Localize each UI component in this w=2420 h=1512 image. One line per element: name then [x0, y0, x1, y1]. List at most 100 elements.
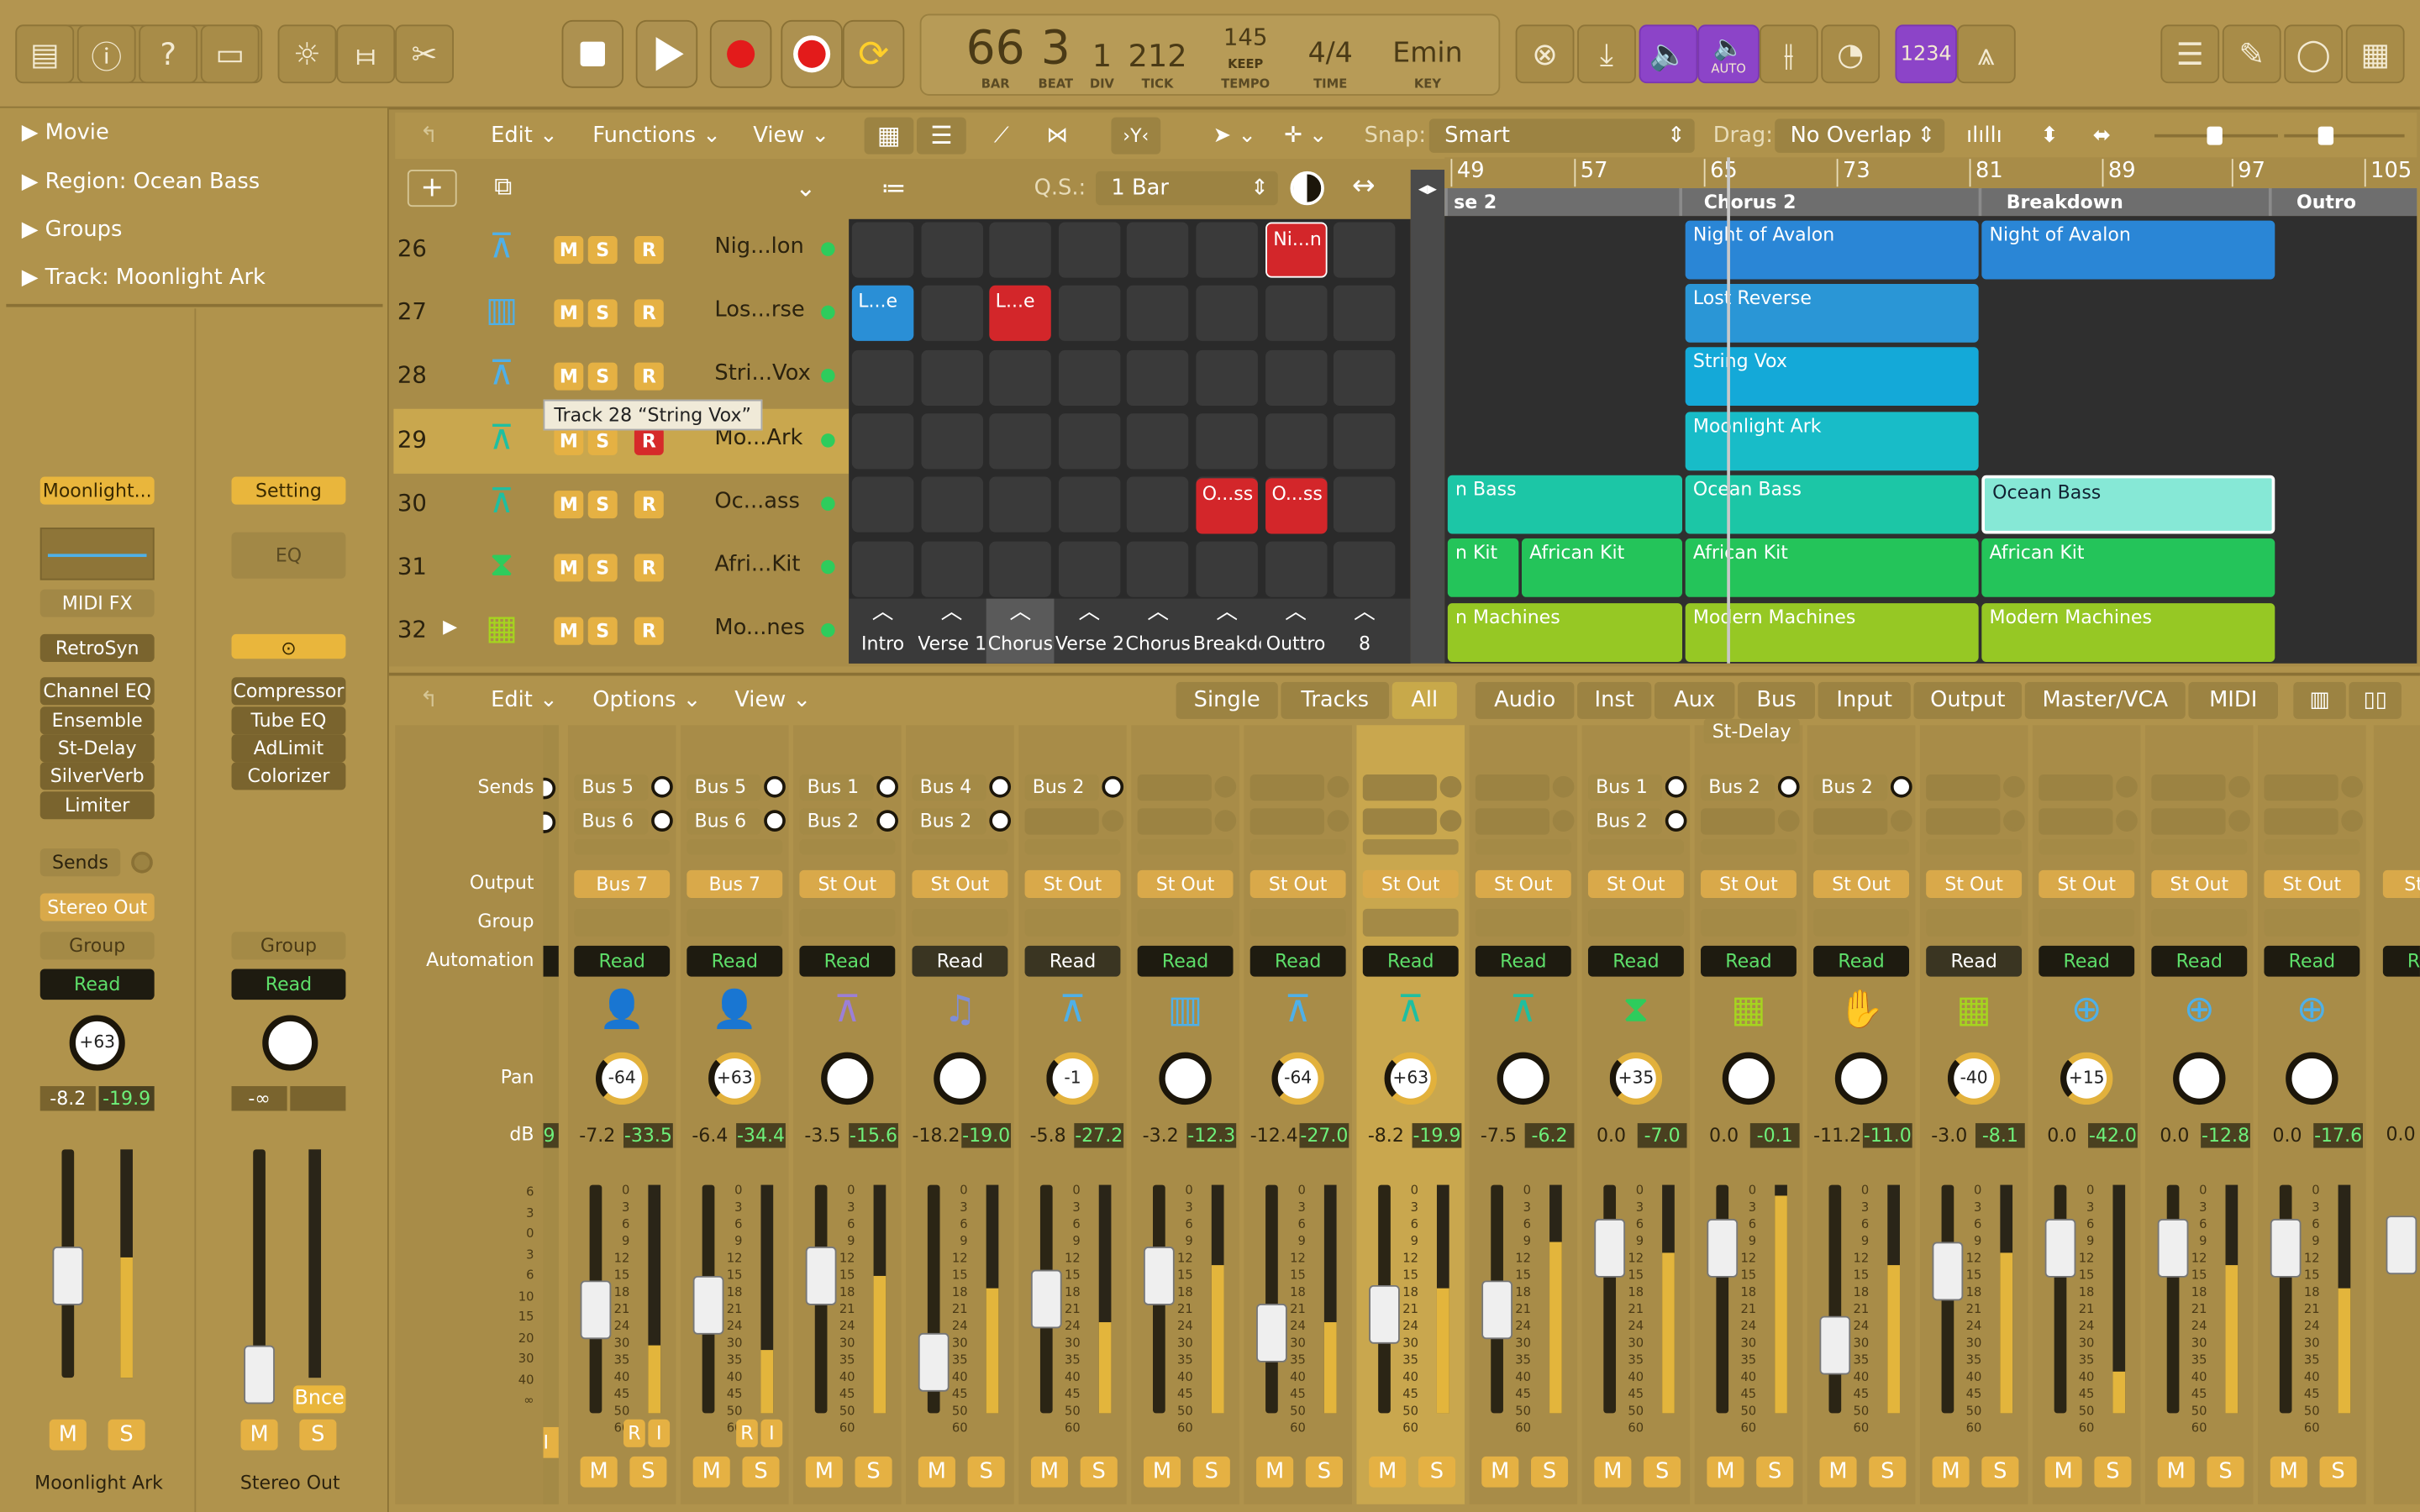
- channel-strip[interactable]: Bus 4 Bus 2 St Out Read ♫ -18.2 -19.0 0 3 6 9 12 15 1…: [906, 725, 1014, 1504]
- output-slot[interactable]: St Out: [1249, 869, 1346, 898]
- insert-slot-1[interactable]: Channel EQ: [39, 677, 155, 706]
- track-name[interactable]: Nig...lon: [714, 234, 803, 259]
- solo-button[interactable]: S: [2094, 1456, 2132, 1488]
- volume-fader-cap[interactable]: [1932, 1242, 1964, 1301]
- channel-setting-button[interactable]: Moonlight...: [39, 476, 155, 505]
- live-loop-cell[interactable]: [920, 413, 983, 470]
- send-slot-empty[interactable]: [1475, 839, 1571, 855]
- solo-button[interactable]: S: [587, 427, 618, 455]
- send-knob[interactable]: [989, 810, 1012, 832]
- input-monitor-button[interactable]: I: [760, 1419, 783, 1447]
- track-name[interactable]: Mo...nes: [714, 616, 805, 640]
- inspector-section-track[interactable]: ▶ Track: Moonlight Ark: [22, 265, 266, 290]
- output-slot[interactable]: St Out: [2151, 869, 2248, 898]
- automation-curve-icon[interactable]: ⟋: [994, 118, 1009, 155]
- timeline-region[interactable]: African Kit: [1521, 538, 1683, 597]
- volume-value[interactable]: -8.2: [1363, 1125, 1409, 1147]
- mute-button[interactable]: M: [554, 617, 584, 645]
- mixer-narrow-strips-icon[interactable]: ▥: [2293, 681, 2346, 719]
- flex-icon[interactable]: ⋈: [1046, 118, 1068, 155]
- solo-button[interactable]: S: [855, 1456, 892, 1488]
- scene-trigger[interactable]: ︿ Verse 1: [918, 599, 986, 664]
- record-enable-button[interactable]: R: [634, 362, 664, 391]
- send-knob[interactable]: [1102, 810, 1124, 832]
- track-row-26[interactable]: 26 ⊼ M S R Nig...lon: [393, 219, 849, 281]
- send-slot-1[interactable]: [2039, 774, 2113, 801]
- volume-fader-cap[interactable]: [2044, 1219, 2076, 1278]
- half-circle-icon[interactable]: [1290, 171, 1324, 206]
- sends-slot[interactable]: Sends: [39, 848, 121, 877]
- mixer-tab-bus[interactable]: Bus: [1738, 681, 1815, 719]
- send-slot-empty[interactable]: [1362, 839, 1459, 855]
- volume-value[interactable]: -8.2: [39, 1086, 96, 1111]
- send-slot-empty[interactable]: [574, 839, 671, 855]
- group-slot[interactable]: [1249, 908, 1346, 937]
- output-fader-cap[interactable]: [244, 1345, 275, 1404]
- solo-button[interactable]: S: [1531, 1456, 1569, 1488]
- input-monitor-button[interactable]: I: [543, 1426, 559, 1458]
- midi-fx-slot[interactable]: MIDI FX: [39, 589, 155, 617]
- replace-icon[interactable]: ⊗: [1515, 24, 1575, 84]
- channel-strip[interactable]: Bus 2 St Out Read ▦ 0.0 -0.1 0 3 6 9 12 15 18 21 24 30 3…: [1694, 725, 1803, 1504]
- send-knob[interactable]: [1552, 775, 1575, 798]
- volume-value[interactable]: -18.2: [912, 1125, 960, 1147]
- send-slot-empty[interactable]: [1249, 839, 1346, 855]
- pan-knob[interactable]: -1: [1046, 1052, 1099, 1105]
- pan-knob[interactable]: [934, 1052, 986, 1105]
- volume-fader-cap[interactable]: [52, 1247, 84, 1305]
- live-loop-cell[interactable]: [851, 540, 914, 596]
- mute-button[interactable]: M: [554, 362, 584, 391]
- inspector-info-icon[interactable]: ⓘ: [76, 24, 136, 84]
- send-knob[interactable]: [2341, 810, 2363, 832]
- scene-trigger[interactable]: ︿ 8: [1331, 599, 1399, 664]
- automation-mode[interactable]: Read: [2264, 945, 2360, 977]
- automation-mode[interactable]: Read: [799, 945, 896, 977]
- automation-mode[interactable]: Read: [687, 945, 783, 977]
- pan-knob[interactable]: [821, 1052, 874, 1105]
- horizontal-zoom-slider[interactable]: [2284, 126, 2405, 145]
- send-knob[interactable]: [1665, 810, 1687, 832]
- output-slot[interactable]: St Out: [1362, 869, 1459, 898]
- group-slot[interactable]: [1475, 908, 1571, 937]
- timeline-region[interactable]: n Machines: [1447, 603, 1683, 662]
- group-slot[interactable]: [2151, 908, 2248, 937]
- pan-knob[interactable]: [1834, 1052, 1888, 1105]
- volume-value[interactable]: -3.2: [1138, 1125, 1184, 1147]
- channel-strip[interactable]: St Out Read ▦ -40 -3.0 -8.1 0 3 6 9 12 15 18 21 24 30 35…: [1919, 725, 2028, 1504]
- pan-knob[interactable]: [1722, 1052, 1776, 1105]
- automation-mode[interactable]: Read: [2039, 945, 2135, 977]
- mute-button[interactable]: M: [1030, 1456, 1068, 1488]
- automation-mode[interactable]: Read: [1813, 945, 1909, 977]
- channel-strip[interactable]: Bus 1 Bus 2 St Out Read ⧗ +35 0.0 -7.0 0 3 6 9 12 15 1…: [1581, 725, 1691, 1504]
- live-loop-cell[interactable]: [1058, 349, 1121, 406]
- output-volume-value[interactable]: -∞: [231, 1086, 287, 1111]
- mute-button[interactable]: M: [1369, 1456, 1407, 1488]
- inspector-section-region[interactable]: ▶ Region: Ocean Bass: [22, 170, 260, 194]
- send-knob[interactable]: [543, 777, 556, 800]
- channel-strip[interactable]: St Out Read ⊼ +63 -8.2 -19.9 0 3 6 9 12 15 18 21 24 30 3…: [1356, 725, 1465, 1504]
- divider-handle-icon[interactable]: ◂▸: [1413, 173, 1441, 204]
- send-slot-1[interactable]: [1362, 774, 1437, 801]
- track-row-30[interactable]: 30 ⊼ M S R Oc...ass: [393, 474, 849, 535]
- mute-button[interactable]: M: [918, 1456, 955, 1488]
- tuner-icon[interactable]: ⫲: [1759, 24, 1818, 84]
- live-loop-cell[interactable]: [1334, 222, 1396, 278]
- capture-record-button[interactable]: [781, 19, 843, 88]
- send-knob[interactable]: [651, 810, 673, 832]
- live-loop-cell[interactable]: [1058, 540, 1121, 596]
- volume-fader-cap[interactable]: [1143, 1247, 1175, 1306]
- output-eq-button[interactable]: EQ: [231, 532, 346, 579]
- send-slot-empty[interactable]: [1587, 839, 1684, 855]
- mixer-tab-master-vca[interactable]: Master/VCA: [2024, 681, 2186, 719]
- mute-button[interactable]: M: [1256, 1456, 1294, 1488]
- send-slot-empty[interactable]: [1701, 839, 1797, 855]
- output-slot[interactable]: St Out: [1926, 869, 2023, 898]
- volume-fader-cap[interactable]: [1594, 1219, 1626, 1278]
- solo-button[interactable]: S: [1981, 1456, 2019, 1488]
- live-loop-cell[interactable]: L...e: [851, 285, 914, 341]
- scene-trigger-icon[interactable]: ≔: [874, 170, 914, 207]
- track-name[interactable]: Afri...Kit: [714, 553, 800, 577]
- output-slot[interactable]: St Out: [1587, 869, 1684, 898]
- pan-knob[interactable]: [2173, 1052, 2226, 1105]
- send-slot-2[interactable]: [1926, 808, 2001, 835]
